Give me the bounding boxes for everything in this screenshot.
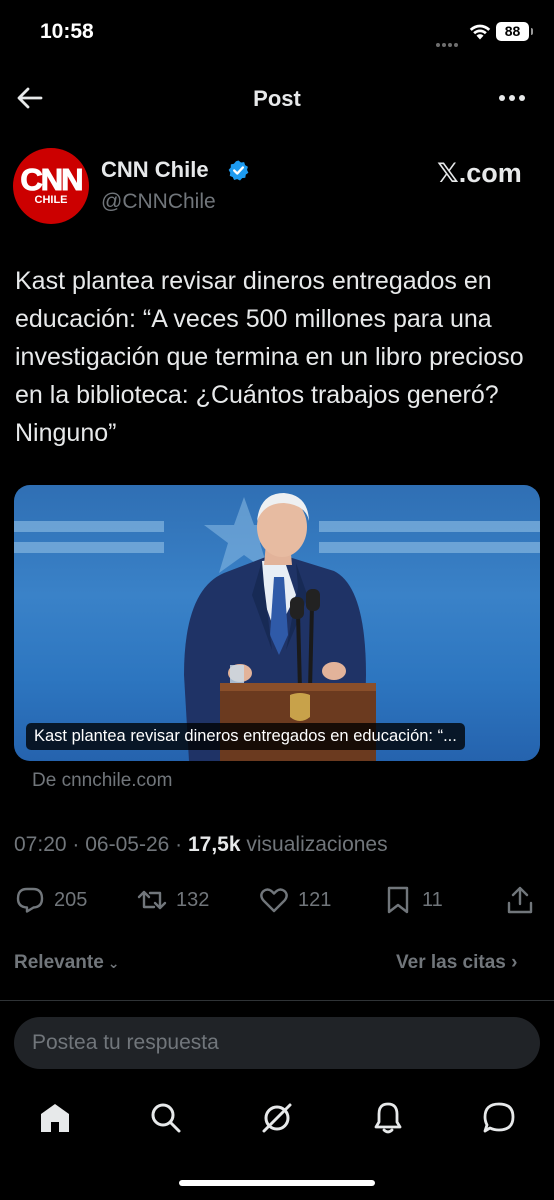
status-bar: 10:58 88 — [0, 0, 554, 66]
separator: · — [175, 833, 188, 856]
home-icon[interactable] — [37, 1100, 73, 1136]
share-icon — [507, 886, 533, 914]
repost-count: 132 — [176, 888, 210, 911]
avatar-logo-text: CNN — [20, 162, 84, 198]
view-label[interactable]: visualizaciones — [246, 833, 387, 856]
heart-icon — [260, 888, 288, 913]
bottom-navigation — [0, 1092, 554, 1144]
like-count: 121 — [298, 888, 332, 911]
status-time: 10:58 — [40, 20, 94, 43]
notifications-icon[interactable] — [370, 1100, 406, 1136]
like-button[interactable]: 121 — [258, 880, 331, 920]
sort-label: Relevante — [14, 952, 104, 973]
post-time: 07:20 — [14, 833, 67, 856]
sort-replies-dropdown[interactable]: Relevante ⌄ — [14, 952, 120, 974]
separator: · — [72, 833, 86, 856]
media-card[interactable]: Kast plantea revisar dineros entregados … — [14, 485, 540, 761]
signal-icon — [436, 34, 462, 47]
reply-count: 205 — [54, 888, 88, 911]
author-handle[interactable]: @CNNChile — [101, 190, 216, 214]
post-metadata: 07:20 · 06-05-26 · 17,5k visualizaciones — [14, 833, 388, 857]
post-date: 06-05-26 — [85, 833, 170, 856]
search-icon[interactable] — [148, 1100, 184, 1136]
avatar[interactable]: CNN CHILE — [13, 148, 89, 224]
reply-box[interactable] — [14, 1017, 540, 1069]
post-header: Post — [0, 74, 554, 122]
source-badge: 𝕏.com — [437, 158, 522, 188]
page-title: Post — [253, 86, 301, 111]
reply-button[interactable]: 205 — [14, 880, 87, 920]
chevron-right-icon: › — [511, 952, 518, 973]
author-name[interactable]: CNN Chile — [101, 157, 209, 183]
more-options-icon[interactable] — [494, 82, 530, 114]
reply-input[interactable] — [14, 1017, 540, 1069]
bookmark-count: 11 — [422, 888, 443, 911]
bookmark-button[interactable]: 11 — [382, 880, 443, 920]
share-button[interactable] — [504, 880, 536, 920]
quotes-label: Ver las citas — [396, 952, 506, 973]
repost-button[interactable]: 132 — [136, 880, 209, 920]
grok-icon[interactable] — [259, 1100, 295, 1136]
wifi-icon — [469, 24, 491, 40]
speaker-photo — [184, 493, 376, 761]
home-indicator — [179, 1180, 375, 1186]
divider — [0, 1000, 554, 1001]
avatar-logo-subtext: CHILE — [34, 194, 68, 206]
action-bar: 205 132 121 11 — [0, 880, 554, 920]
media-caption: Kast plantea revisar dineros entregados … — [26, 723, 465, 750]
view-count: 17,5k — [187, 833, 241, 856]
bookmark-icon — [387, 886, 409, 914]
reply-icon — [16, 887, 44, 913]
verified-badge-icon — [228, 160, 249, 181]
view-quotes-link[interactable]: Ver las citas › — [396, 952, 517, 974]
messages-icon[interactable] — [481, 1100, 517, 1136]
link-source[interactable]: De cnnchile.com — [32, 770, 172, 792]
post-text: Kast plantea revisar dineros entregados … — [15, 267, 524, 447]
battery-indicator: 88 — [496, 22, 533, 41]
repost-icon — [137, 890, 167, 910]
chevron-down-icon: ⌄ — [107, 955, 120, 971]
